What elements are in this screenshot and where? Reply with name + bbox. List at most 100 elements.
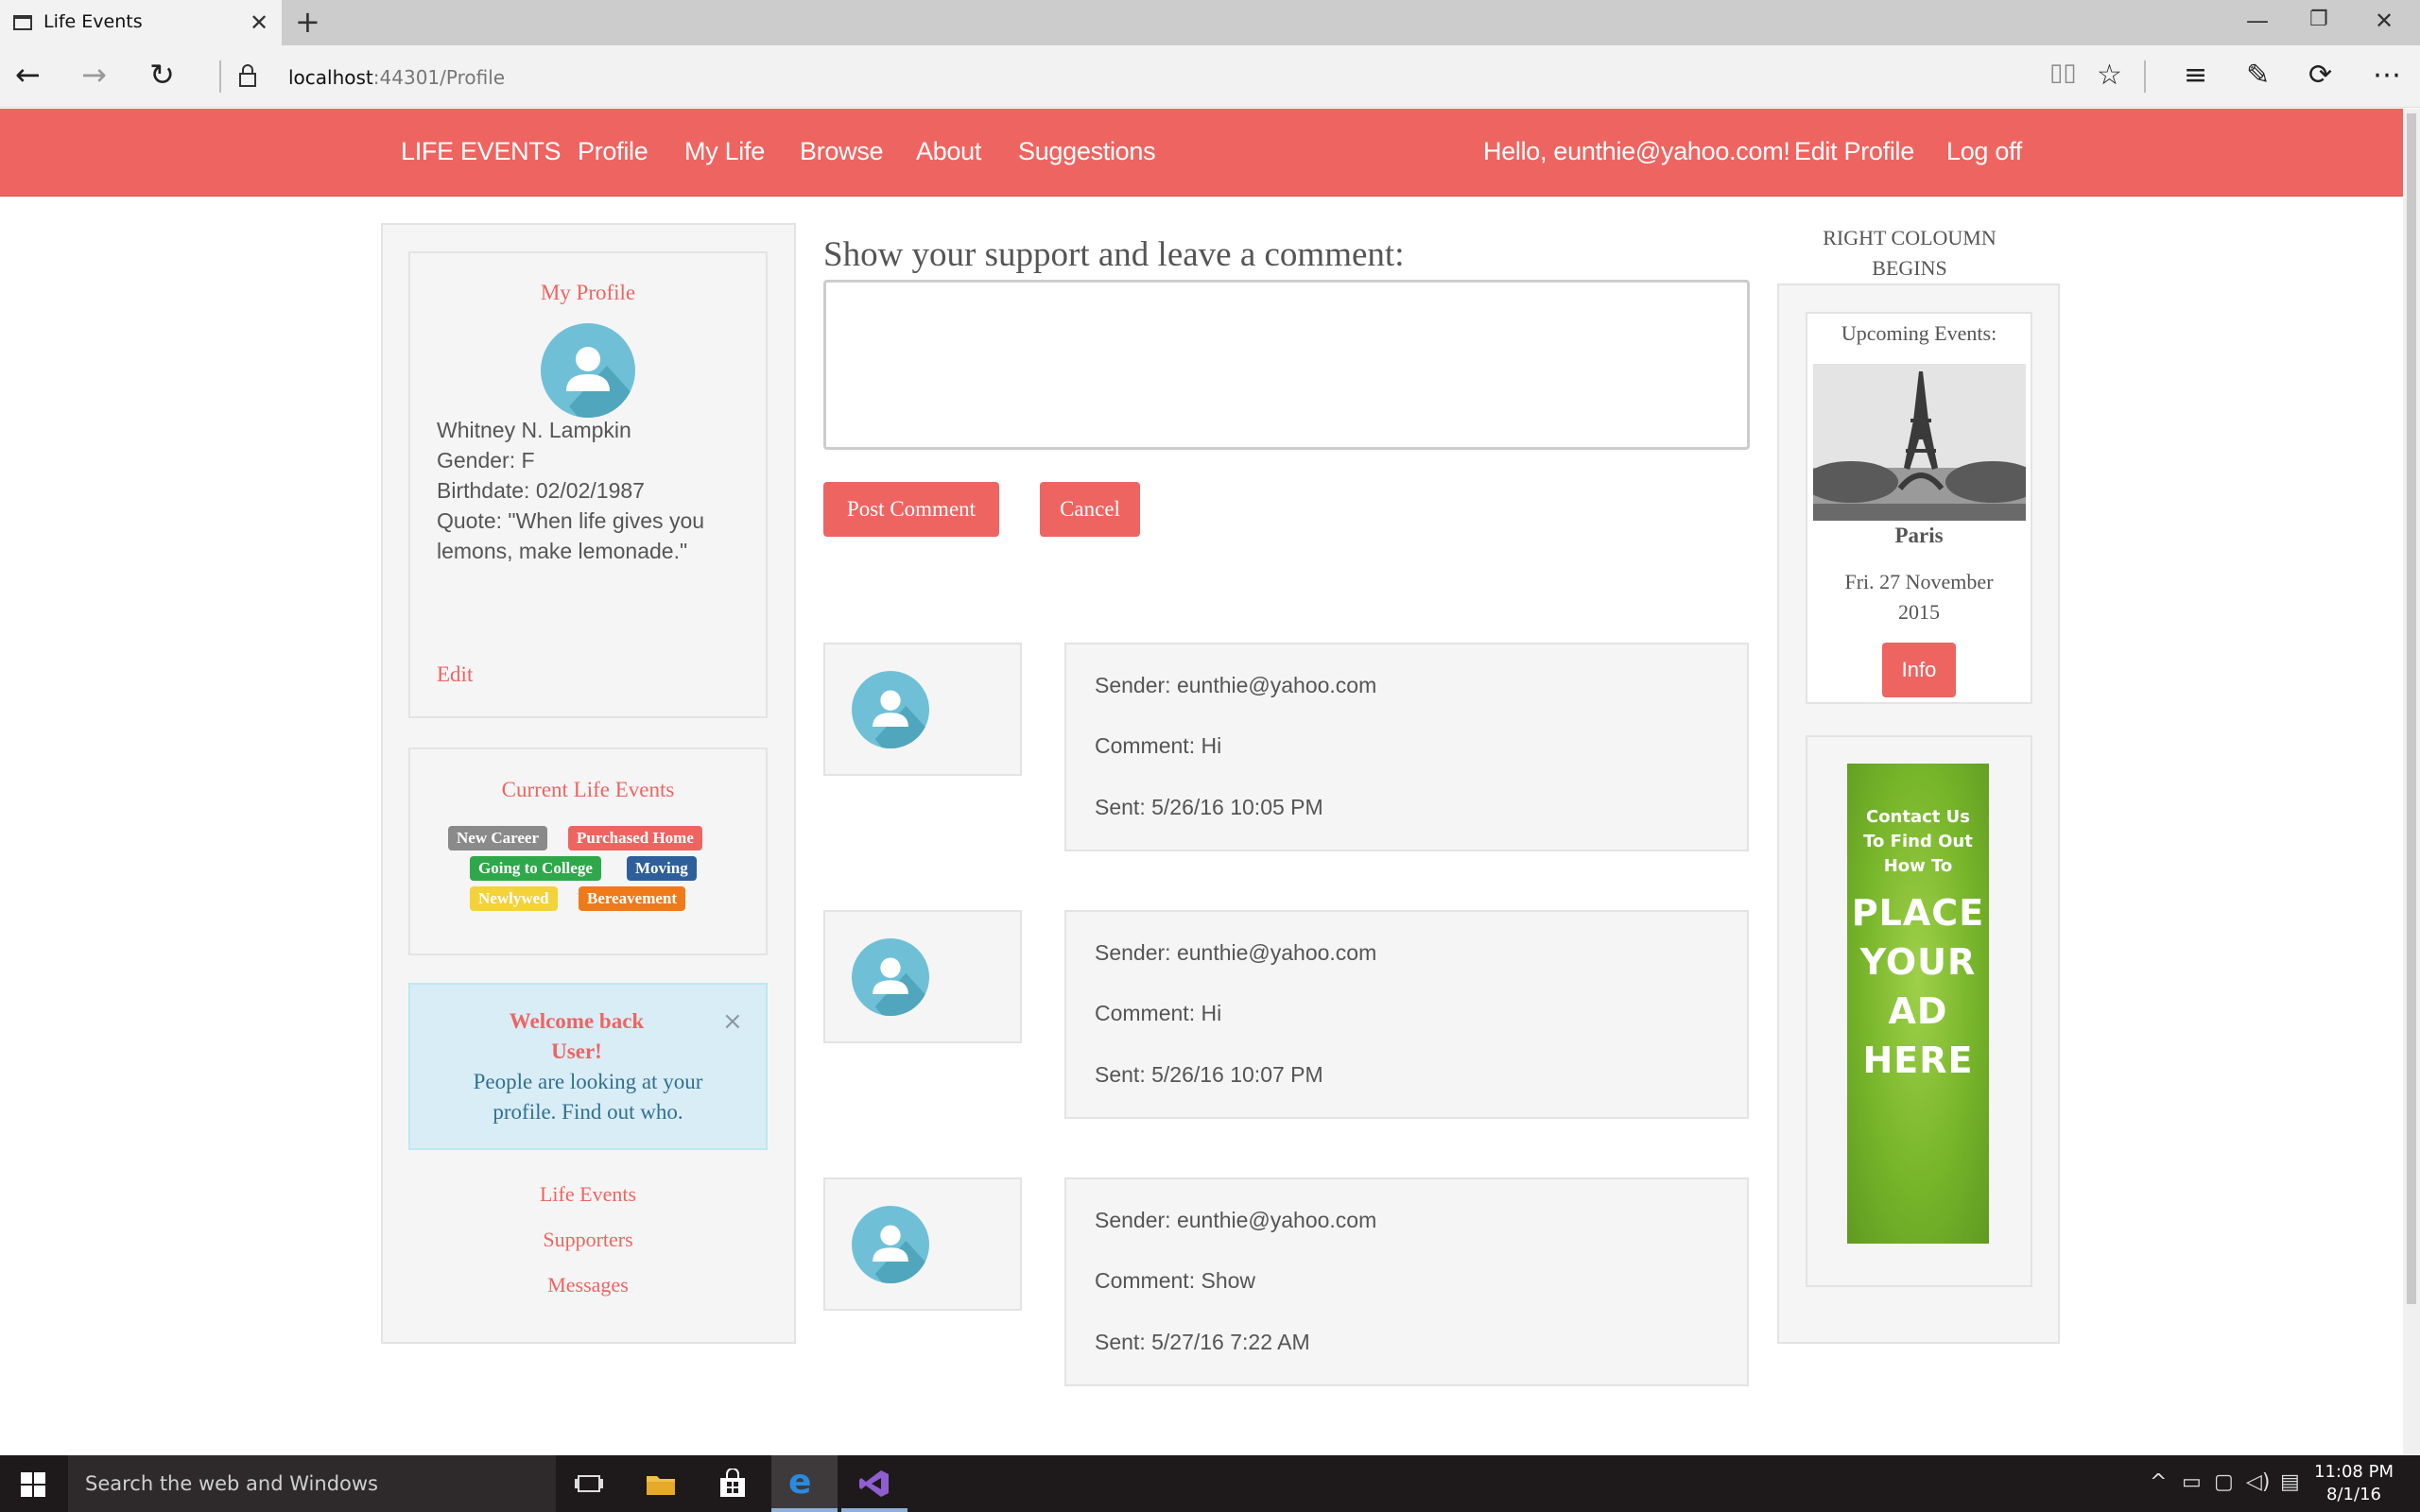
side-link-supporters[interactable]: Supporters xyxy=(408,1228,768,1252)
upcoming-events-title: Upcoming Events: xyxy=(1841,321,1997,345)
nav-suggestions[interactable]: Suggestions xyxy=(1018,137,1156,166)
web-note-icon[interactable]: ✎ xyxy=(2246,59,2270,92)
tab-title: Life Events xyxy=(43,11,143,32)
ad-text-big-4: HERE xyxy=(1862,1040,1974,1081)
show-hidden-icons[interactable]: ^ xyxy=(2150,1470,2167,1494)
alert-title-line2: User! xyxy=(551,1040,602,1063)
tag-going-to-college[interactable]: Going to College xyxy=(470,856,601,881)
event-date: Fri. 27 November 2015 xyxy=(1806,567,2032,627)
log-off-link[interactable]: Log off xyxy=(1946,137,2022,166)
comment-sent: Sent: 5/27/16 7:22 AM xyxy=(1095,1330,1310,1354)
user-icon xyxy=(873,1225,929,1283)
lock-icon xyxy=(239,64,256,87)
user-icon xyxy=(873,957,929,1016)
cancel-button[interactable]: Cancel xyxy=(1040,482,1140,537)
scrollbar-thumb[interactable] xyxy=(2407,113,2416,1304)
tag-newlywed[interactable]: Newlywed xyxy=(470,886,558,911)
alert-title-line1: Welcome back xyxy=(509,1009,645,1033)
post-comment-button[interactable]: Post Comment xyxy=(823,482,999,537)
nav-my-life[interactable]: My Life xyxy=(684,137,765,166)
alert-title: Welcome back User! xyxy=(473,1006,681,1067)
profile-edit-link[interactable]: Edit xyxy=(437,662,473,687)
divider xyxy=(2144,60,2146,93)
tag-bereavement[interactable]: Bereavement xyxy=(579,886,686,911)
page-icon xyxy=(13,15,32,30)
comment-avatar-box xyxy=(823,910,1022,1043)
comment-textarea[interactable] xyxy=(823,280,1750,450)
refresh-icon[interactable]: ↻ xyxy=(149,57,175,93)
right-title-line1: RIGHT COLOUMN xyxy=(1823,226,1996,249)
comment-avatar xyxy=(852,938,929,1016)
taskbar-search-box[interactable]: Search the web and Windows xyxy=(68,1455,556,1512)
divider xyxy=(219,60,221,93)
network-tray-icon[interactable]: ▭ xyxy=(2182,1470,2202,1494)
comment-text: Comment: Hi xyxy=(1095,733,1222,758)
forward-icon[interactable]: → xyxy=(81,57,107,93)
comment-avatar xyxy=(852,1206,929,1283)
more-icon[interactable]: ⋯ xyxy=(2373,59,2401,92)
close-tab-icon[interactable]: ✕ xyxy=(250,9,268,36)
clock-time: 11:08 PM xyxy=(2314,1462,2394,1482)
comment-heading: Show your support and leave a comment: xyxy=(823,235,1405,274)
url-host: localhost xyxy=(288,66,373,89)
comment-box: Sender: eunthie@yahoo.com Comment: Show … xyxy=(1064,1177,1749,1386)
alert-body[interactable]: People are looking at your profile. Find… xyxy=(408,1067,768,1127)
clock-date: 8/1/16 xyxy=(2326,1485,2381,1504)
advertisement-banner[interactable]: Contact Us To Find Out How To PLACE YOUR… xyxy=(1847,764,1989,1244)
visual-studio-icon[interactable] xyxy=(858,1469,890,1499)
nav-about[interactable]: About xyxy=(916,137,981,166)
browser-tab[interactable]: Life Events ✕ xyxy=(0,0,282,45)
favorite-star-icon[interactable]: ☆ xyxy=(2097,59,2122,92)
hub-icon[interactable]: ≡ xyxy=(2184,59,2207,92)
new-tab-icon[interactable]: + xyxy=(295,4,320,40)
ad-text-big-3: AD xyxy=(1888,990,1948,1032)
comment-box: Sender: eunthie@yahoo.com Comment: Hi Se… xyxy=(1064,643,1749,851)
volume-tray-icon[interactable]: ◁) xyxy=(2246,1470,2271,1494)
ad-text-big-1: PLACE xyxy=(1851,892,1985,934)
edit-profile-link[interactable]: Edit Profile xyxy=(1794,137,1914,166)
system-clock[interactable]: 11:08 PM 8/1/16 xyxy=(2307,1461,2401,1506)
brand-link[interactable]: LIFE EVENTS xyxy=(401,137,562,166)
tag-purchased-home[interactable]: Purchased Home xyxy=(568,826,702,850)
task-view-icon[interactable] xyxy=(573,1469,605,1499)
action-center-icon[interactable]: ▤ xyxy=(2280,1470,2300,1494)
profile-name: Whitney N. Lampkin xyxy=(437,418,631,442)
comment-text: Comment: Show xyxy=(1095,1268,1256,1293)
profile-quote-line2: lemons, make lemonade." xyxy=(437,539,688,563)
profile-avatar xyxy=(541,323,635,418)
nav-browse[interactable]: Browse xyxy=(800,137,884,166)
share-icon[interactable]: ⟳ xyxy=(2308,59,2332,92)
restore-icon[interactable]: ❐ xyxy=(2309,8,2328,31)
close-window-icon[interactable]: ✕ xyxy=(2375,8,2394,34)
tag-moving[interactable]: Moving xyxy=(627,856,697,881)
edge-icon[interactable]: e xyxy=(788,1463,811,1502)
comment-sender: Sender: eunthie@yahoo.com xyxy=(1095,1208,1377,1232)
url-field[interactable]: localhost:44301/Profile xyxy=(288,66,505,89)
side-link-messages[interactable]: Messages xyxy=(408,1273,768,1297)
ad-text-big-2: YOUR xyxy=(1859,941,1977,983)
alert-close-icon[interactable]: × xyxy=(722,1007,743,1036)
comment-text: Comment: Hi xyxy=(1095,1001,1222,1025)
ad-text-small-1: Contact Us xyxy=(1865,807,1970,827)
back-icon[interactable]: ← xyxy=(15,57,41,93)
store-icon[interactable] xyxy=(717,1469,749,1499)
minimize-icon[interactable]: — xyxy=(2246,8,2269,34)
user-icon xyxy=(566,347,635,418)
user-greeting-link[interactable]: Hello, eunthie@yahoo.com! xyxy=(1483,137,1790,166)
alert-body-line1: People are looking at your xyxy=(473,1070,703,1093)
ad-text-small-2: To Find Out xyxy=(1863,832,1973,851)
tag-new-career[interactable]: New Career xyxy=(448,826,548,850)
event-info-button[interactable]: Info xyxy=(1882,643,1956,697)
alert-body-line2: profile. Find out who. xyxy=(493,1100,683,1124)
display-tray-icon[interactable]: ▢ xyxy=(2214,1470,2234,1494)
ad-text-small-3: How To xyxy=(1883,856,1953,876)
life-events-title: Current Life Events xyxy=(501,778,675,801)
windows-start-icon[interactable] xyxy=(21,1472,45,1497)
file-explorer-icon[interactable] xyxy=(645,1469,677,1499)
nav-profile[interactable]: Profile xyxy=(578,137,648,166)
url-path: :44301/Profile xyxy=(372,66,506,89)
reading-view-icon[interactable]: ▯▯ xyxy=(2049,59,2077,87)
comment-sent: Sent: 5/26/16 10:07 PM xyxy=(1095,1062,1323,1087)
side-link-life-events[interactable]: Life Events xyxy=(408,1182,768,1207)
comment-sender: Sender: eunthie@yahoo.com xyxy=(1095,673,1377,697)
